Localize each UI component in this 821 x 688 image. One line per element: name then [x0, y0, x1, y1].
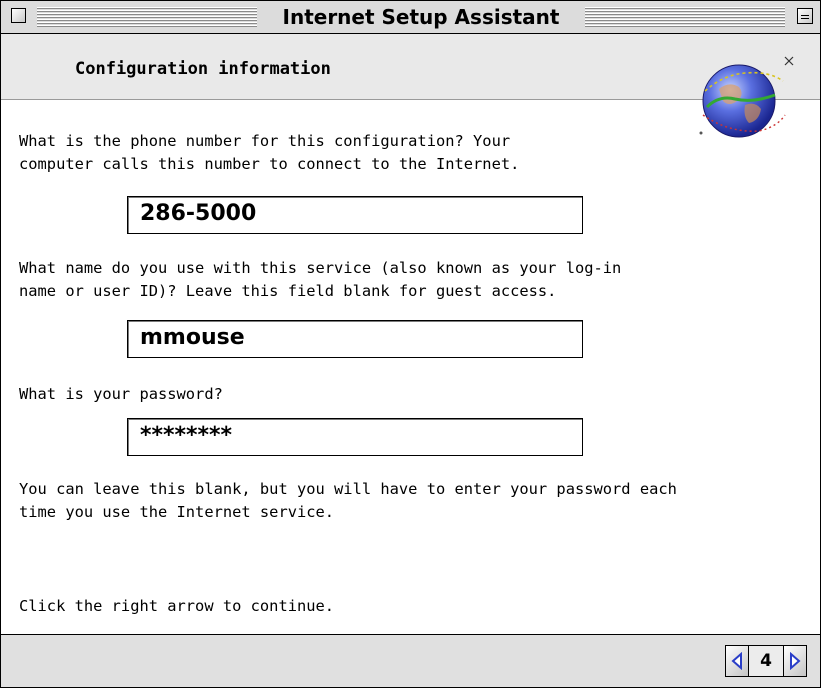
- title-bar-stripes-right: [585, 7, 785, 27]
- username-question-line2: name or user ID)? Leave this field blank…: [19, 282, 557, 300]
- left-arrow-icon: [731, 652, 742, 670]
- setup-assistant-window: Internet Setup Assistant Configuration i…: [0, 0, 821, 688]
- password-note: You can leave this blank, but you will h…: [19, 480, 677, 498]
- password-field[interactable]: ********: [127, 418, 583, 456]
- username-value: mmouse: [140, 325, 245, 350]
- phone-number-value: 286-5000: [140, 201, 257, 226]
- username-question: What name do you use with this service (…: [19, 259, 622, 277]
- page-navigator: 4: [725, 645, 809, 679]
- phone-question: What is the phone number for this config…: [19, 132, 511, 150]
- password-note-line2: time you use the Internet service.: [19, 503, 335, 521]
- collapse-box[interactable]: [797, 8, 813, 24]
- close-box[interactable]: [11, 8, 26, 23]
- password-question: What is your password?: [19, 385, 223, 403]
- phone-question-line2: computer calls this number to connect to…: [19, 155, 520, 173]
- section-title: Configuration information: [75, 59, 331, 79]
- forward-arrow-button[interactable]: [783, 645, 807, 677]
- globe-icon: [699, 56, 794, 138]
- title-bar-stripes-left: [37, 7, 257, 27]
- navigation-footer: 4: [1, 634, 820, 687]
- page-number: 4: [749, 645, 783, 677]
- right-arrow-icon: [790, 652, 801, 670]
- window-title: Internet Setup Assistant: [282, 5, 560, 29]
- password-value: ********: [140, 423, 233, 448]
- back-arrow-button[interactable]: [725, 645, 749, 677]
- continue-instruction: Click the right arrow to continue.: [19, 597, 335, 615]
- title-bar[interactable]: Internet Setup Assistant: [1, 1, 820, 34]
- phone-number-field[interactable]: 286-5000: [127, 196, 583, 234]
- username-field[interactable]: mmouse: [127, 320, 583, 358]
